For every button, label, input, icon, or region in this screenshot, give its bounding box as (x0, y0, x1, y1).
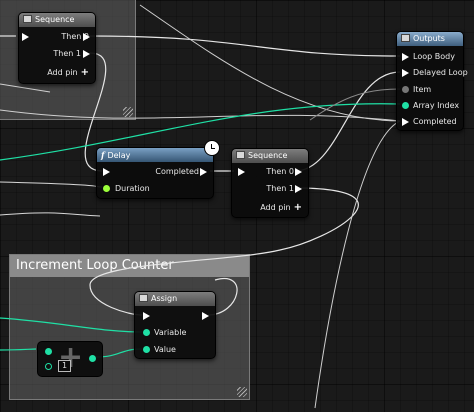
wire-exec (0, 83, 51, 93)
wire-exec (89, 187, 359, 316)
array-index-pin[interactable] (402, 102, 409, 109)
pin-label: Item (413, 85, 432, 94)
result-pin[interactable] (89, 355, 96, 362)
sequence-node-2[interactable]: Sequence Then 0 Then 1 Add pin + (231, 148, 309, 218)
wire-exec (294, 71, 401, 172)
exec-in-pin[interactable] (22, 33, 29, 41)
array-index-row: Array Index (413, 101, 459, 111)
add-pin-button[interactable]: Add pin + (47, 68, 89, 78)
pin-label: Array Index (413, 101, 460, 110)
pin-label: Variable (154, 328, 187, 337)
wire-int (0, 317, 143, 333)
then1-pin[interactable] (83, 50, 90, 58)
completed-pin[interactable] (402, 118, 409, 126)
node-header[interactable]: Sequence (19, 13, 95, 27)
pin-label: Then 1 (266, 184, 294, 193)
sequence-node-1[interactable]: Sequence Then 0 Then 1 Add pin + (18, 12, 96, 84)
pin-label: Duration (115, 184, 150, 193)
exec-in-pin[interactable] (103, 168, 110, 176)
variable-pin[interactable] (143, 329, 150, 336)
add-pin-button[interactable]: Add pin + (260, 203, 302, 213)
node-header[interactable]: Sequence (232, 149, 308, 163)
assign-icon (139, 294, 148, 302)
then1-row: Then 1 (53, 49, 81, 59)
wire-exec (0, 212, 101, 217)
loop-body-pin[interactable] (402, 53, 409, 61)
then1-row: Then 1 (266, 184, 294, 194)
input-b-value-field[interactable]: 1 (58, 360, 71, 372)
node-title: Sequence (35, 15, 75, 24)
sequence-icon (23, 15, 32, 23)
integer-add-node[interactable]: + 1 (37, 341, 103, 377)
pin-label: Completed (155, 167, 199, 176)
add-pin-label: Add pin (260, 203, 291, 212)
pin-label: Completed (413, 117, 457, 126)
node-header[interactable]: Assign (135, 292, 215, 306)
assign-node[interactable]: Assign Variable Value (134, 291, 216, 359)
sequence-icon (236, 151, 245, 159)
input-b-pin[interactable] (45, 363, 52, 370)
item-pin[interactable] (402, 86, 409, 93)
then0-pin[interactable] (83, 33, 90, 41)
wire-exec (314, 120, 401, 409)
pin-label: Loop Body (413, 52, 455, 61)
add-pin-label: Add pin (47, 68, 78, 77)
exec-in-pin[interactable] (238, 168, 245, 176)
wire-exec (89, 35, 401, 57)
wire-int (0, 348, 37, 351)
then0-pin[interactable] (295, 168, 302, 176)
function-icon: f (101, 150, 105, 160)
completed-row: Completed (413, 117, 457, 127)
input-a-pin[interactable] (45, 348, 52, 355)
pin-label: Then 1 (53, 49, 81, 58)
pin-label: Value (154, 345, 176, 354)
exec-out-pin[interactable] (202, 312, 209, 320)
node-title: Sequence (248, 151, 288, 160)
node-header[interactable]: Outputs (397, 32, 463, 46)
outputs-icon (401, 34, 410, 42)
delayed-loop-pin[interactable] (402, 69, 409, 77)
delayed-loop-row: Delayed Loop (413, 68, 468, 78)
duration-pin[interactable] (103, 185, 110, 192)
wire-exec (0, 109, 401, 122)
pin-label: Delayed Loop (413, 68, 468, 77)
pin-label: Then 0 (266, 167, 294, 176)
exec-in-pin[interactable] (143, 312, 150, 320)
completed-pin[interactable] (200, 168, 207, 176)
plus-icon: + (293, 202, 302, 213)
then1-pin[interactable] (295, 185, 302, 193)
value-row: Value (154, 345, 176, 355)
value-pin[interactable] (143, 346, 150, 353)
node-title: Assign (151, 294, 178, 303)
item-row: Item (413, 85, 431, 95)
node-title: Outputs (413, 34, 445, 43)
wire-exec (0, 181, 103, 188)
node-header[interactable]: f Delay (97, 148, 213, 162)
loop-body-row: Loop Body (413, 52, 455, 62)
delay-node[interactable]: f Delay Completed Duration (96, 140, 220, 199)
node-title: Delay (107, 151, 131, 160)
plus-icon: + (80, 67, 89, 78)
completed-row: Completed (155, 167, 199, 177)
outputs-node[interactable]: Outputs Loop Body Delayed Loop Item Arra… (396, 31, 468, 131)
then0-row: Then 0 (266, 167, 294, 177)
duration-row: Duration (115, 184, 150, 194)
variable-row: Variable (154, 328, 186, 338)
latent-clock-icon (204, 140, 220, 156)
